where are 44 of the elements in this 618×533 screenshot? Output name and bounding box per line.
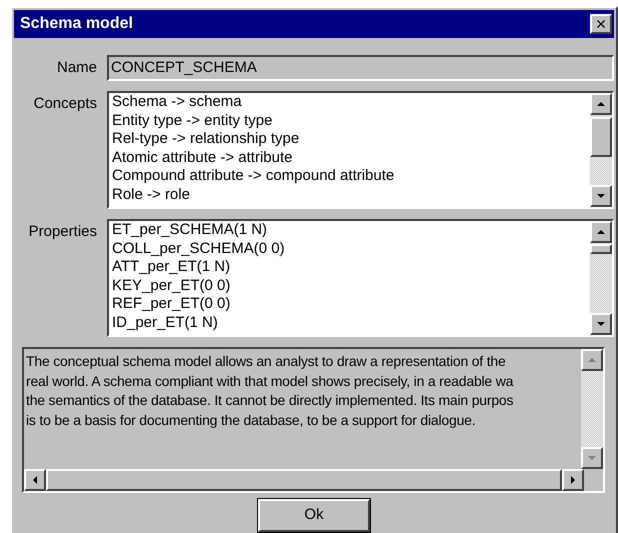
close-button[interactable]: × bbox=[590, 14, 612, 34]
property-list-item[interactable]: ID_per_ET(1 N) bbox=[112, 314, 590, 332]
window-title: Schema model bbox=[20, 14, 133, 34]
property-list-item[interactable]: COLL_per_SCHEMA(0 0) bbox=[112, 240, 590, 258]
property-list-item[interactable]: KEY_per_ET(0 0) bbox=[112, 276, 590, 295]
scrollbar-thumb[interactable] bbox=[590, 117, 612, 157]
scroll-up-button[interactable] bbox=[590, 221, 612, 243]
scrollbar-thumb[interactable] bbox=[590, 244, 612, 254]
concept-list-item[interactable]: Rel-type -> relationship type bbox=[112, 130, 590, 148]
triangle-down-icon bbox=[596, 192, 606, 200]
concept-list-item[interactable]: Compound attribute -> compound attribute bbox=[112, 167, 590, 186]
name-field[interactable]: CONCEPT_SCHEMA bbox=[107, 55, 614, 81]
description-text: is to be a basis for documenting the database, to be a support for dialogue. bbox=[26, 410, 476, 430]
property-list-item[interactable]: ATT_per_ET(1 N) bbox=[112, 258, 590, 276]
property-list-item[interactable]: REF_per_ET(0 0) bbox=[112, 295, 590, 314]
scroll-down-button[interactable] bbox=[581, 447, 603, 469]
concept-list-item[interactable]: Schema -> schema bbox=[112, 93, 590, 112]
field-label: Name bbox=[56, 58, 98, 78]
concept-list-item[interactable]: Atomic attribute -> attribute bbox=[112, 148, 590, 167]
description-text: real world. A schema compliant with that model shows precisely, in a readable wa bbox=[26, 372, 514, 391]
scrollbar-thumb[interactable] bbox=[46, 469, 562, 491]
field-label: Properties bbox=[28, 222, 98, 242]
triangle-down-icon bbox=[587, 454, 597, 462]
concept-list-item[interactable]: Role -> role bbox=[112, 186, 590, 204]
scroll-right-button[interactable] bbox=[562, 469, 584, 491]
scroll-down-button[interactable] bbox=[590, 313, 612, 335]
scroll-up-button[interactable] bbox=[581, 349, 603, 371]
list-box[interactable]: Schema -> schema Entity type -> entity type Rel-type -> relationship type Atomic attribute -> attribute Compound attribute -> compound attribute Role -> role bbox=[107, 91, 614, 209]
scroll-down-button[interactable] bbox=[590, 185, 612, 207]
triangle-up-icon bbox=[587, 356, 597, 364]
field-label: Concepts bbox=[32, 94, 98, 114]
triangle-left-icon bbox=[31, 475, 39, 485]
scroll-left-button[interactable] bbox=[24, 469, 46, 491]
scroll-up-button[interactable] bbox=[590, 93, 612, 115]
property-list-item[interactable]: ET_per_SCHEMA(1 N) bbox=[112, 221, 590, 240]
triangle-up-icon bbox=[596, 100, 606, 108]
triangle-right-icon bbox=[569, 475, 577, 485]
description-text: The conceptual schema model allows an analyst to draw a representation of the bbox=[26, 352, 507, 371]
description-text: the semantics of the database. It cannot be directly implemented. Its main purpos bbox=[26, 391, 514, 410]
list-box[interactable]: ET_per_SCHEMA(1 N) COLL_per_SCHEMA(0 0) ATT_per_ET(1 N) KEY_per_ET(0 0) REF_per_ET(0 0) ID_per_ET(1 N) bbox=[107, 219, 614, 337]
triangle-down-icon bbox=[596, 320, 606, 328]
concept-list-item[interactable]: Entity type -> entity type bbox=[112, 112, 590, 130]
triangle-up-icon bbox=[596, 228, 606, 236]
ok-button[interactable]: Ok bbox=[258, 499, 370, 532]
